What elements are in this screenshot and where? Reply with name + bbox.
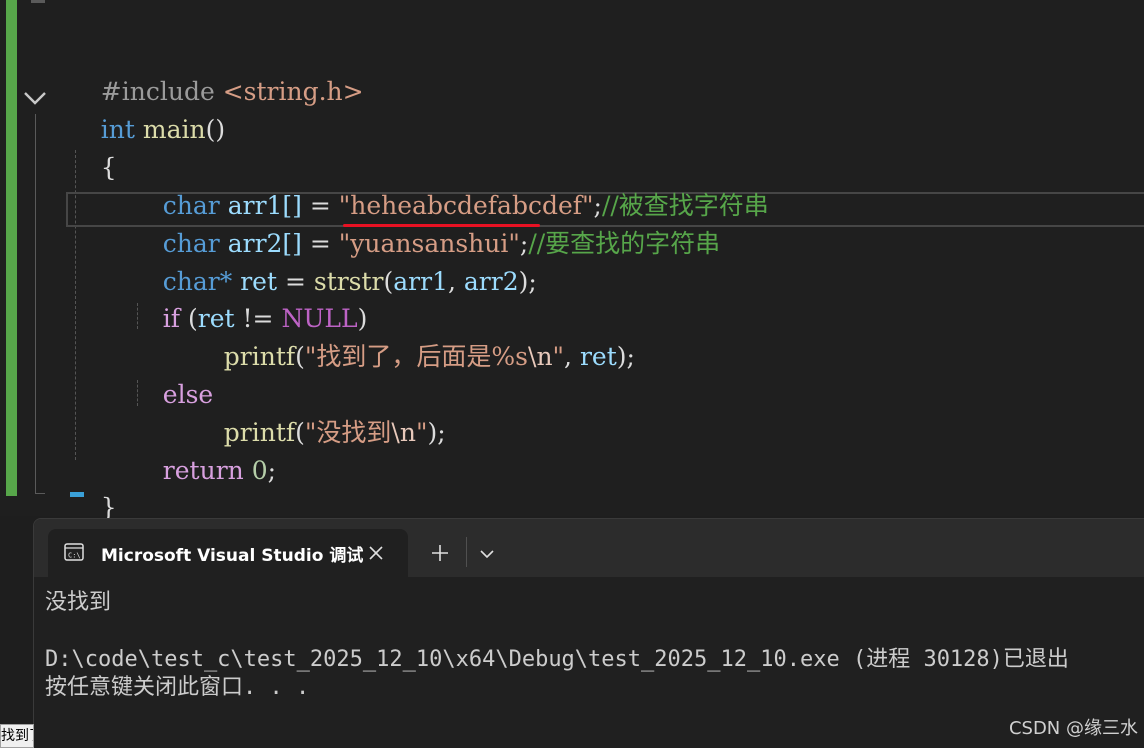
escape-sequence: \n [528,342,553,371]
paren-open: ( [295,342,305,371]
console-output: 没找到 [45,590,112,615]
arg-arr2: arr2 [463,267,519,296]
identifier-ret: ret [579,342,617,371]
function-name-main: main [142,115,206,144]
tab-title: Microsoft Visual Studio 调试控制台 [101,546,363,566]
number-literal: 0 [251,456,268,485]
console-exit-line: D:\code\test_c\test_2025_12_10\x64\Debug… [45,647,1069,672]
tooltip-fragment: 找到了 [0,724,34,748]
string-literal: "找到了，后面是%s [304,342,529,371]
code-line-printf-notfound[interactable]: printf("没找到\n"); [192,385,446,447]
paren-open: ( [295,418,305,447]
escape-sequence: \n [391,418,416,447]
watermark: CSDN @缘三水 [1008,718,1138,739]
string-end-quote: " [415,418,428,447]
tab-strip: C:\ Microsoft Visual Studio 调试控制台 [34,519,1144,577]
text-caret [70,492,84,497]
function-printf: printf [223,342,296,371]
code-line-include[interactable]: #include <string.h> [69,44,364,106]
paren-close: ); [616,342,635,371]
code-line-close-brace[interactable]: } [69,460,117,522]
semicolon: ; [267,456,277,485]
code-line-strstr[interactable]: char* ret = strstr(arr1, arr2); [131,234,537,296]
tab-debug-console[interactable]: C:\ Microsoft Visual Studio 调试控制台 [48,529,408,577]
keyword-return: return [162,456,244,485]
chevron-down-icon[interactable] [22,84,48,110]
code-line-main[interactable]: int main() [69,82,225,144]
include-header: <string.h> [222,77,364,106]
paren-close: ); [427,418,446,447]
code-editor[interactable]: #include <string.h> int main() { char ar… [0,0,1144,522]
console-icon: C:\ [64,543,84,561]
change-tracking-bar [6,0,17,496]
code-line-if[interactable]: if (ret != NULL) [131,271,368,333]
console-prompt-line: 按任意键关闭此窗口. . . [45,675,310,700]
paren-open: ( [383,267,394,296]
close-icon[interactable] [364,541,388,565]
code-line-return[interactable]: return 0; [131,423,276,485]
fold-region-line [35,114,36,494]
code-line-open-brace[interactable]: { [69,120,117,182]
paren-close: ); [518,267,537,296]
string-literal: "没找到 [304,418,392,447]
tab-separator [466,537,467,567]
fold-region-end [35,493,45,494]
debug-console-window[interactable]: C:\ Microsoft Visual Studio 调试控制台 没找到 D:… [33,518,1144,748]
keyword-if: if [162,304,181,333]
code-line-printf-found[interactable]: printf("找到了，后面是%s\n", ret); [192,309,635,371]
error-squiggle[interactable] [343,224,540,227]
scroll-fragment [31,0,45,3]
code-line-arr1[interactable]: char arr1[] = "heheabcdefabcdef";//被查找字符… [131,158,769,220]
chevron-down-icon[interactable] [476,543,498,565]
svg-text:C:\: C:\ [68,552,81,560]
plus-icon[interactable] [428,541,452,565]
comment: //要查找的字符串 [528,229,721,258]
parens: () [205,115,226,144]
comma: , [564,342,580,371]
comma: , [448,267,464,296]
string-end-quote: " [552,342,565,371]
arg-arr1: arr1 [393,267,448,296]
code-line-else[interactable]: else [131,347,213,409]
open-brace: { [100,153,117,182]
